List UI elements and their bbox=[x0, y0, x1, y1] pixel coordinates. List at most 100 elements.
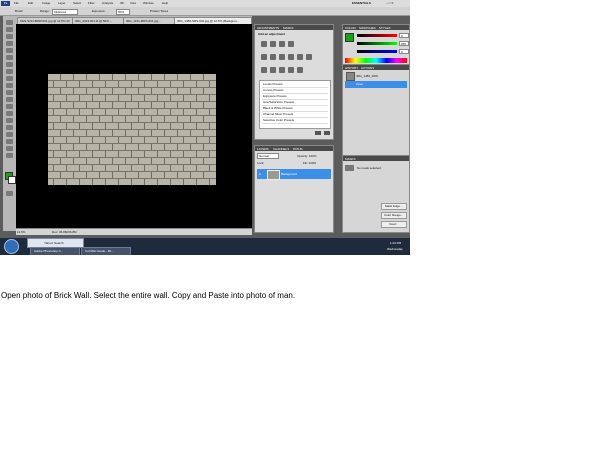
menu-select[interactable]: Select bbox=[73, 1, 81, 5]
photo-filter-icon[interactable] bbox=[297, 54, 303, 60]
red-slider[interactable] bbox=[357, 34, 397, 37]
eraser-tool-icon[interactable] bbox=[6, 90, 13, 95]
range-label: Range: bbox=[40, 9, 50, 13]
invert-button[interactable]: Invert bbox=[381, 221, 407, 228]
crop-tool-icon[interactable] bbox=[6, 48, 13, 53]
background-color-swatch[interactable] bbox=[8, 176, 16, 184]
healing-brush-tool-icon[interactable] bbox=[6, 62, 13, 67]
path-select-tool-icon[interactable] bbox=[6, 125, 13, 130]
move-tool-icon[interactable] bbox=[6, 20, 13, 25]
tab-document-3[interactable]: IMG_1191-MRS-001.jpg... bbox=[123, 17, 175, 24]
tab-styles[interactable]: STYLES bbox=[379, 26, 391, 30]
trash-icon[interactable] bbox=[324, 131, 330, 135]
tab-masks-panel[interactable]: MASKS bbox=[345, 157, 356, 161]
window-controls[interactable]: – □ ✕ bbox=[386, 1, 394, 5]
blue-slider[interactable] bbox=[357, 50, 397, 53]
shape-tool-icon[interactable] bbox=[6, 132, 13, 137]
tab-color[interactable]: COLOR bbox=[345, 26, 356, 30]
history-brush-tool-icon[interactable] bbox=[6, 83, 13, 88]
color-balance-icon[interactable] bbox=[279, 54, 285, 60]
history-step-open[interactable]: Open bbox=[345, 81, 407, 88]
color-ramp[interactable] bbox=[345, 58, 407, 63]
brightness-contrast-icon[interactable] bbox=[261, 41, 267, 47]
tab-layers[interactable]: LAYERS bbox=[257, 147, 269, 151]
preset-item[interactable]: Selective Color Presets bbox=[262, 118, 328, 124]
color-range-button[interactable]: Color Range... bbox=[381, 212, 407, 219]
layer-name: Background bbox=[281, 172, 298, 176]
exposure-field[interactable]: 50% bbox=[116, 9, 130, 15]
eyedropper-tool-icon[interactable] bbox=[6, 55, 13, 60]
zoom-tool-icon[interactable] bbox=[6, 153, 13, 158]
color-foreground-swatch[interactable] bbox=[345, 33, 354, 42]
hand-tool-icon[interactable] bbox=[6, 146, 13, 151]
menu-view[interactable]: View bbox=[130, 1, 136, 5]
mask-edge-button[interactable]: Mask Edge... bbox=[381, 203, 407, 210]
vibrance-icon[interactable] bbox=[261, 54, 267, 60]
3d-rotate-tool-icon[interactable] bbox=[6, 139, 13, 144]
invert-icon[interactable] bbox=[261, 67, 267, 73]
tab-adjustments[interactable]: ADJUSTMENTS bbox=[257, 26, 279, 30]
clone-stamp-tool-icon[interactable] bbox=[6, 76, 13, 81]
clock-day: Wednesday bbox=[387, 247, 403, 251]
tab-channels[interactable]: CHANNELS bbox=[273, 147, 289, 151]
menu-help[interactable]: Help bbox=[162, 1, 168, 5]
dodge-tool-icon[interactable] bbox=[6, 104, 13, 109]
tab-actions[interactable]: ACTIONS bbox=[361, 66, 374, 70]
pen-tool-icon[interactable] bbox=[6, 111, 13, 116]
channel-mixer-icon[interactable] bbox=[306, 54, 312, 60]
zoom-level[interactable]: 12.5% bbox=[17, 230, 26, 234]
eye-icon[interactable]: ● bbox=[259, 172, 261, 176]
tab-document-2[interactable]: IMG_4323-001.tif @ 50% ... bbox=[72, 17, 124, 24]
curves-icon[interactable] bbox=[279, 41, 285, 47]
workspace-switcher[interactable]: ESSENTIALS bbox=[352, 1, 371, 5]
hue-saturation-icon[interactable] bbox=[270, 54, 276, 60]
brush-tool-icon[interactable] bbox=[6, 69, 13, 74]
range-select[interactable]: Midtones bbox=[52, 9, 78, 15]
gradient-map-icon[interactable] bbox=[288, 67, 294, 73]
menu-filter[interactable]: Filter bbox=[88, 1, 95, 5]
menu-analysis[interactable]: Analysis bbox=[102, 1, 113, 5]
menu-edit[interactable]: Edit bbox=[28, 1, 33, 5]
menu-layer[interactable]: Layer bbox=[58, 1, 66, 5]
tab-paths[interactable]: PATHS bbox=[293, 147, 303, 151]
quick-select-tool-icon[interactable] bbox=[6, 41, 13, 46]
taskbar-photoshop[interactable]: Adobe Photoshop C... bbox=[30, 247, 80, 255]
fill-field[interactable]: Fill: 100% bbox=[303, 161, 316, 165]
green-value-field[interactable]: 255 bbox=[399, 41, 409, 46]
menu-window[interactable]: Window bbox=[143, 1, 154, 5]
protect-tones-checkbox[interactable]: Protect Tones bbox=[150, 9, 168, 13]
type-tool-icon[interactable] bbox=[6, 118, 13, 123]
taskbar-word[interactable]: Cut Man Guide - Mi... bbox=[81, 247, 131, 255]
selective-color-icon[interactable] bbox=[297, 67, 303, 73]
lasso-tool-icon[interactable] bbox=[6, 34, 13, 39]
opacity-field[interactable]: Opacity: 100% bbox=[297, 154, 317, 158]
layer-row-background[interactable]: ● Background bbox=[257, 169, 331, 180]
marquee-tool-icon[interactable] bbox=[6, 27, 13, 32]
green-slider[interactable] bbox=[357, 42, 397, 45]
tab-document-4[interactable]: IMG_1480-SRS-001.jpg @ 12.5% (Backgrou..… bbox=[174, 17, 252, 24]
tab-document-1[interactable]: KEN-SON-BRW-001.jpg @ 12.5% (R... bbox=[17, 17, 73, 24]
exposure-icon[interactable] bbox=[288, 41, 294, 47]
black-white-icon[interactable] bbox=[288, 54, 294, 60]
menu-file[interactable]: File bbox=[14, 1, 19, 5]
blend-mode-select[interactable]: Normal bbox=[257, 153, 279, 159]
brick-wall-photo[interactable] bbox=[48, 74, 216, 185]
menu-3d[interactable]: 3D bbox=[120, 1, 124, 5]
quick-mask-icon[interactable] bbox=[6, 191, 13, 196]
menu-image[interactable]: Image bbox=[42, 1, 50, 5]
clock[interactable]: 1:23 PM bbox=[390, 241, 401, 245]
posterize-icon[interactable] bbox=[270, 67, 276, 73]
threshold-icon[interactable] bbox=[279, 67, 285, 73]
history-snapshot[interactable]: IMG_1480_SRS bbox=[356, 74, 378, 78]
tab-history[interactable]: HISTORY bbox=[345, 66, 358, 70]
panel-menu-icon[interactable] bbox=[315, 131, 321, 135]
mask-icon bbox=[345, 165, 354, 171]
tab-masks[interactable]: MASKS bbox=[283, 26, 294, 30]
tab-swatches[interactable]: SWATCHES bbox=[359, 26, 376, 30]
levels-icon[interactable] bbox=[270, 41, 276, 47]
blue-value-field[interactable]: 0 bbox=[399, 49, 409, 54]
gradient-tool-icon[interactable] bbox=[6, 97, 13, 102]
start-button-icon[interactable] bbox=[4, 239, 19, 254]
red-value-field[interactable]: 0 bbox=[399, 33, 409, 38]
color-panel: COLOR SWATCHES STYLES 0 255 0 bbox=[342, 24, 410, 66]
